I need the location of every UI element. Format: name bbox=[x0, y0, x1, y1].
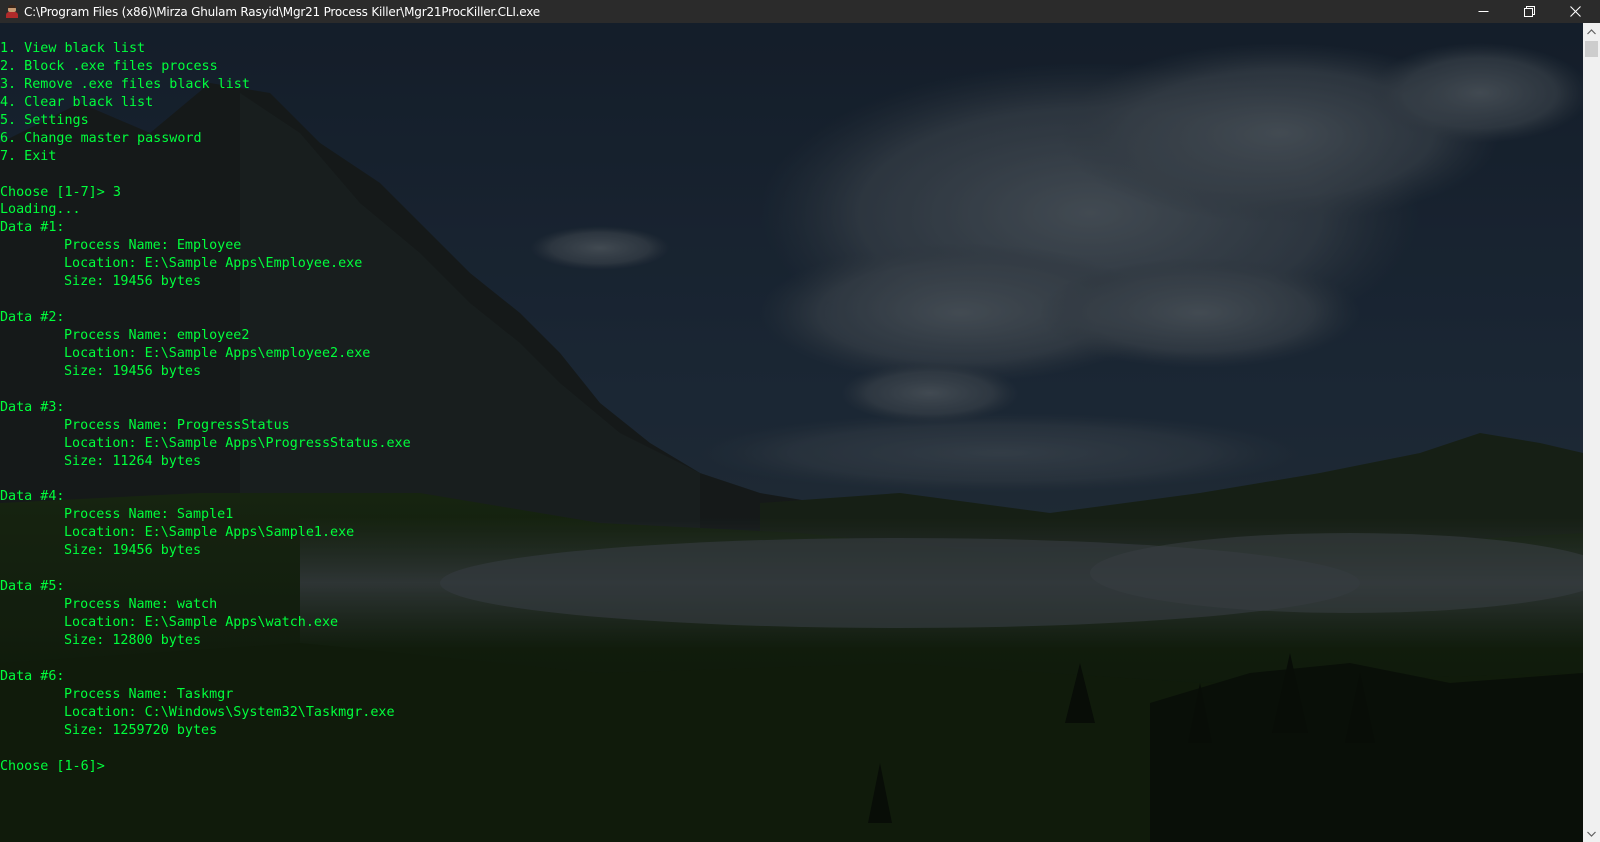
entry-header: Data #1: bbox=[0, 220, 65, 236]
entry-location: Location: E:\Sample Apps\watch.exe bbox=[64, 615, 339, 630]
menu-item-settings: 5. Settings bbox=[0, 112, 89, 128]
entry-header: Data #4: bbox=[0, 489, 65, 505]
console-client-area[interactable]: 1. View black list 2. Block .exe files pr… bbox=[0, 23, 1583, 842]
scroll-thumb[interactable] bbox=[1585, 41, 1598, 57]
restore-button[interactable] bbox=[1506, 0, 1552, 23]
app-avatar-icon[interactable] bbox=[6, 5, 18, 18]
entry-location: Location: E:\Sample Apps\Sample1.exe bbox=[64, 525, 355, 541]
title-bar[interactable]: C:\Program Files (x86)\Mirza Ghulam Rasy… bbox=[0, 0, 1600, 23]
entry-header: Data #2: bbox=[0, 310, 65, 326]
entry-size: Size: 1259720 bytes bbox=[64, 722, 218, 738]
close-button[interactable] bbox=[1552, 0, 1598, 23]
minimize-button[interactable] bbox=[1460, 0, 1506, 23]
menu-item-view-black-list: 1. View black list bbox=[0, 41, 146, 56]
menu-item-clear-black-list: 4. Clear black list bbox=[0, 94, 154, 110]
entry-header: Data #5: bbox=[0, 579, 65, 595]
entry-process-name: Process Name: Sample1 bbox=[64, 507, 234, 523]
entry-size: Size: 12800 bytes bbox=[64, 632, 202, 648]
entry-size: Size: 11264 bytes bbox=[64, 453, 202, 469]
scroll-up-button[interactable] bbox=[1583, 23, 1600, 40]
entry-header: Data #6: bbox=[0, 668, 65, 684]
entry-header: Data #3: bbox=[0, 399, 65, 415]
scroll-up-arrow-icon bbox=[1587, 28, 1596, 34]
vertical-scrollbar[interactable] bbox=[1583, 23, 1600, 842]
entry-location: Location: E:\Sample Apps\Employee.exe bbox=[64, 256, 363, 272]
entry-process-name: Process Name: ProgressStatus bbox=[64, 417, 290, 433]
close-icon bbox=[1569, 6, 1581, 17]
entry-process-name: Process Name: employee2 bbox=[64, 328, 250, 343]
window-title: C:\Program Files (x86)\Mirza Ghulam Rasy… bbox=[24, 4, 540, 19]
console-window: C:\Program Files (x86)\Mirza Ghulam Rasy… bbox=[0, 0, 1600, 842]
restore-icon bbox=[1523, 6, 1535, 17]
scroll-down-arrow-icon bbox=[1587, 831, 1596, 837]
console-output[interactable]: 1. View black list 2. Block .exe files pr… bbox=[0, 40, 411, 775]
loading-text: Loading... bbox=[0, 202, 81, 218]
entry-location: Location: E:\Sample Apps\ProgressStatus.… bbox=[64, 435, 411, 451]
entry-process-name: Process Name: watch bbox=[64, 597, 218, 613]
entry-size: Size: 19456 bytes bbox=[64, 543, 202, 559]
scroll-down-button[interactable] bbox=[1583, 825, 1600, 842]
entry-location: Location: E:\Sample Apps\employee2.exe bbox=[64, 345, 371, 361]
entry-process-name: Process Name: Taskmgr bbox=[64, 686, 234, 702]
menu-item-block-exe: 2. Block .exe files process bbox=[0, 58, 218, 74]
choose-prompt-entries[interactable]: Choose [1-6]> bbox=[0, 758, 411, 776]
menu-item-change-password: 6. Change master password bbox=[0, 130, 202, 146]
menu-item-remove-exe: 3. Remove .exe files black list bbox=[0, 76, 250, 92]
entry-location: Location: C:\Windows\System32\Taskmgr.ex… bbox=[64, 704, 395, 720]
choose-prompt-main: Choose [1-7]> 3 bbox=[0, 184, 121, 200]
entry-process-name: Process Name: Employee bbox=[64, 238, 242, 254]
menu-item-exit: 7. Exit bbox=[0, 148, 57, 164]
minimize-icon bbox=[1478, 11, 1488, 12]
entry-size: Size: 19456 bytes bbox=[64, 363, 202, 379]
entry-size: Size: 19456 bytes bbox=[64, 274, 202, 290]
